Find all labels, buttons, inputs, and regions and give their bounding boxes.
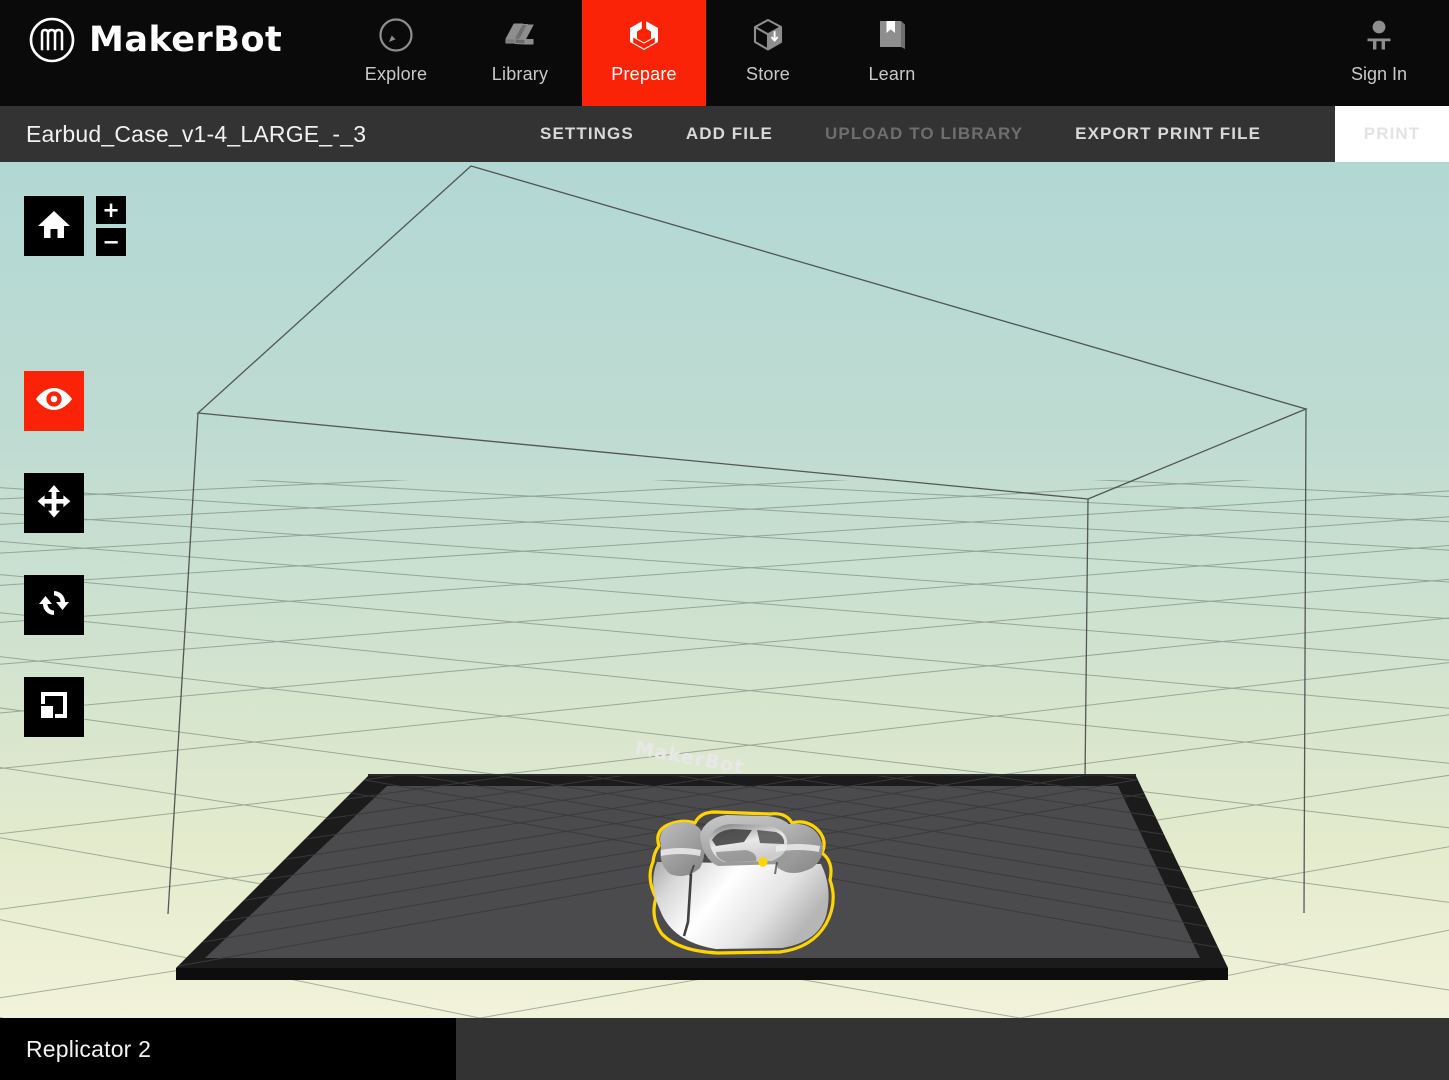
compass-icon bbox=[377, 14, 415, 56]
action-bar: Earbud_Case_v1-4_LARGE_-_3 SETTINGS ADD … bbox=[0, 106, 1449, 162]
status-bar: Replicator 2 bbox=[0, 1018, 1449, 1080]
scene-3d: MakerBot bbox=[0, 162, 1449, 1018]
model-center-handle[interactable] bbox=[758, 857, 768, 867]
rotate-arrows-icon bbox=[38, 586, 70, 625]
books-stack-icon bbox=[501, 14, 539, 56]
sign-in-label: Sign In bbox=[1350, 64, 1408, 84]
nav-label-learn: Learn bbox=[868, 64, 916, 84]
scale-squares-icon bbox=[38, 689, 70, 726]
top-navigation-bar: MakerBot Explore Library Prepare Store L… bbox=[0, 0, 1449, 106]
makerbot-print-window: MakerBot Explore Library Prepare Store L… bbox=[0, 0, 1449, 1080]
brand-logo[interactable]: MakerBot bbox=[28, 16, 282, 64]
view-tool-button[interactable] bbox=[24, 371, 84, 431]
makerbot-hex-icon bbox=[625, 14, 663, 56]
move-arrows-icon bbox=[37, 484, 71, 523]
upload-to-library-button[interactable]: UPLOAD TO LIBRARY bbox=[825, 124, 1023, 144]
eye-icon bbox=[34, 385, 74, 418]
nav-label-explore: Explore bbox=[364, 64, 428, 84]
nav-item-library[interactable]: Library bbox=[458, 0, 582, 106]
rotate-tool-button[interactable] bbox=[24, 575, 84, 635]
plus-icon: + bbox=[102, 197, 120, 222]
nav-items: Explore Library Prepare Store Learn bbox=[334, 0, 954, 106]
nav-label-prepare: Prepare bbox=[611, 64, 677, 84]
bookmark-book-icon bbox=[873, 14, 911, 56]
makerbot-logo-icon bbox=[28, 16, 76, 64]
build-plate-viewport-3d[interactable]: MakerBot bbox=[0, 162, 1449, 1018]
add-file-button[interactable]: ADD FILE bbox=[686, 124, 773, 144]
sign-in-button[interactable]: Sign In bbox=[1319, 0, 1439, 106]
settings-button[interactable]: SETTINGS bbox=[540, 124, 634, 144]
home-icon bbox=[37, 208, 71, 245]
nav-item-store[interactable]: Store bbox=[706, 0, 830, 106]
print-button[interactable]: PRINT bbox=[1335, 106, 1449, 162]
minus-icon: − bbox=[102, 229, 120, 254]
export-print-file-button[interactable]: EXPORT PRINT FILE bbox=[1075, 124, 1261, 144]
nav-item-learn[interactable]: Learn bbox=[830, 0, 954, 106]
project-filename: Earbud_Case_v1-4_LARGE_-_3 bbox=[26, 121, 367, 147]
zoom-out-button[interactable]: − bbox=[96, 228, 126, 256]
scale-tool-button[interactable] bbox=[24, 677, 84, 737]
nav-item-explore[interactable]: Explore bbox=[334, 0, 458, 106]
action-button-group: SETTINGS ADD FILE UPLOAD TO LIBRARY EXPO… bbox=[540, 106, 1261, 162]
cube-box-icon bbox=[749, 14, 787, 56]
home-view-button[interactable] bbox=[24, 196, 84, 256]
printer-name-label: Replicator 2 bbox=[26, 1036, 152, 1062]
zoom-in-button[interactable]: + bbox=[96, 196, 126, 224]
model-earbud-case[interactable] bbox=[648, 810, 835, 955]
move-tool-button[interactable] bbox=[24, 473, 84, 533]
nav-item-prepare[interactable]: Prepare bbox=[582, 0, 706, 106]
user-person-icon bbox=[1360, 16, 1398, 56]
print-button-label: PRINT bbox=[1363, 124, 1421, 143]
nav-label-store: Store bbox=[745, 64, 791, 84]
printer-panel[interactable]: Replicator 2 bbox=[0, 1018, 456, 1080]
brand-name: MakerBot bbox=[89, 19, 283, 60]
nav-label-library: Library bbox=[491, 64, 549, 84]
